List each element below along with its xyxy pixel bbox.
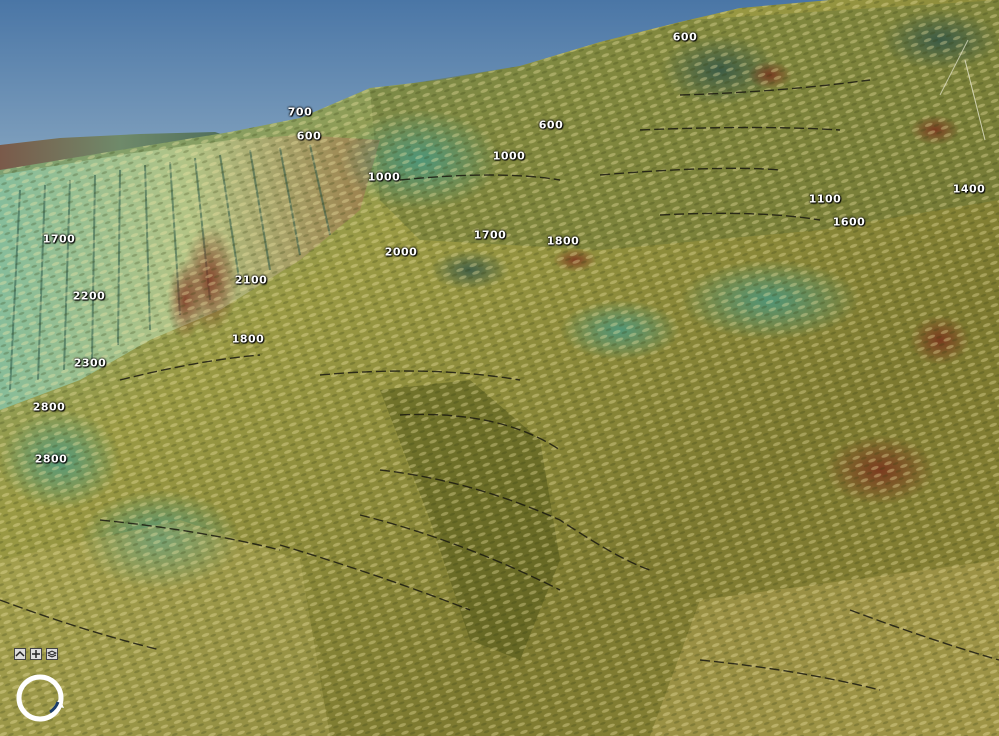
contour-label: 700: [287, 105, 313, 119]
contour-label: 1100: [808, 192, 842, 206]
pan-icon[interactable]: [30, 648, 42, 660]
layers-icon[interactable]: [46, 648, 58, 660]
contour-label: 2800: [32, 400, 66, 414]
contour-label: 1000: [367, 170, 401, 184]
contour-label: 1000: [492, 149, 526, 163]
contour-label: 600: [538, 118, 564, 132]
contour-label: 2100: [234, 273, 268, 287]
zoom-in-icon[interactable]: [14, 648, 26, 660]
contour-label: 2300: [73, 356, 107, 370]
contour-label: 2200: [72, 289, 106, 303]
contour-label: 600: [296, 129, 322, 143]
contour-label: 2800: [34, 452, 68, 466]
contour-label: 1400: [952, 182, 986, 196]
contour-label: 600: [672, 30, 698, 44]
contour-label: 1800: [231, 332, 265, 346]
nav-controls: [14, 648, 58, 660]
contour-label: 1700: [473, 228, 507, 242]
contour-label: 1600: [832, 215, 866, 229]
contour-label: 2000: [384, 245, 418, 259]
rotate-icon[interactable]: [14, 672, 66, 724]
contour-label: 1800: [546, 234, 580, 248]
contour-label: 1700: [42, 232, 76, 246]
terrain-3d-view[interactable]: [0, 0, 999, 736]
